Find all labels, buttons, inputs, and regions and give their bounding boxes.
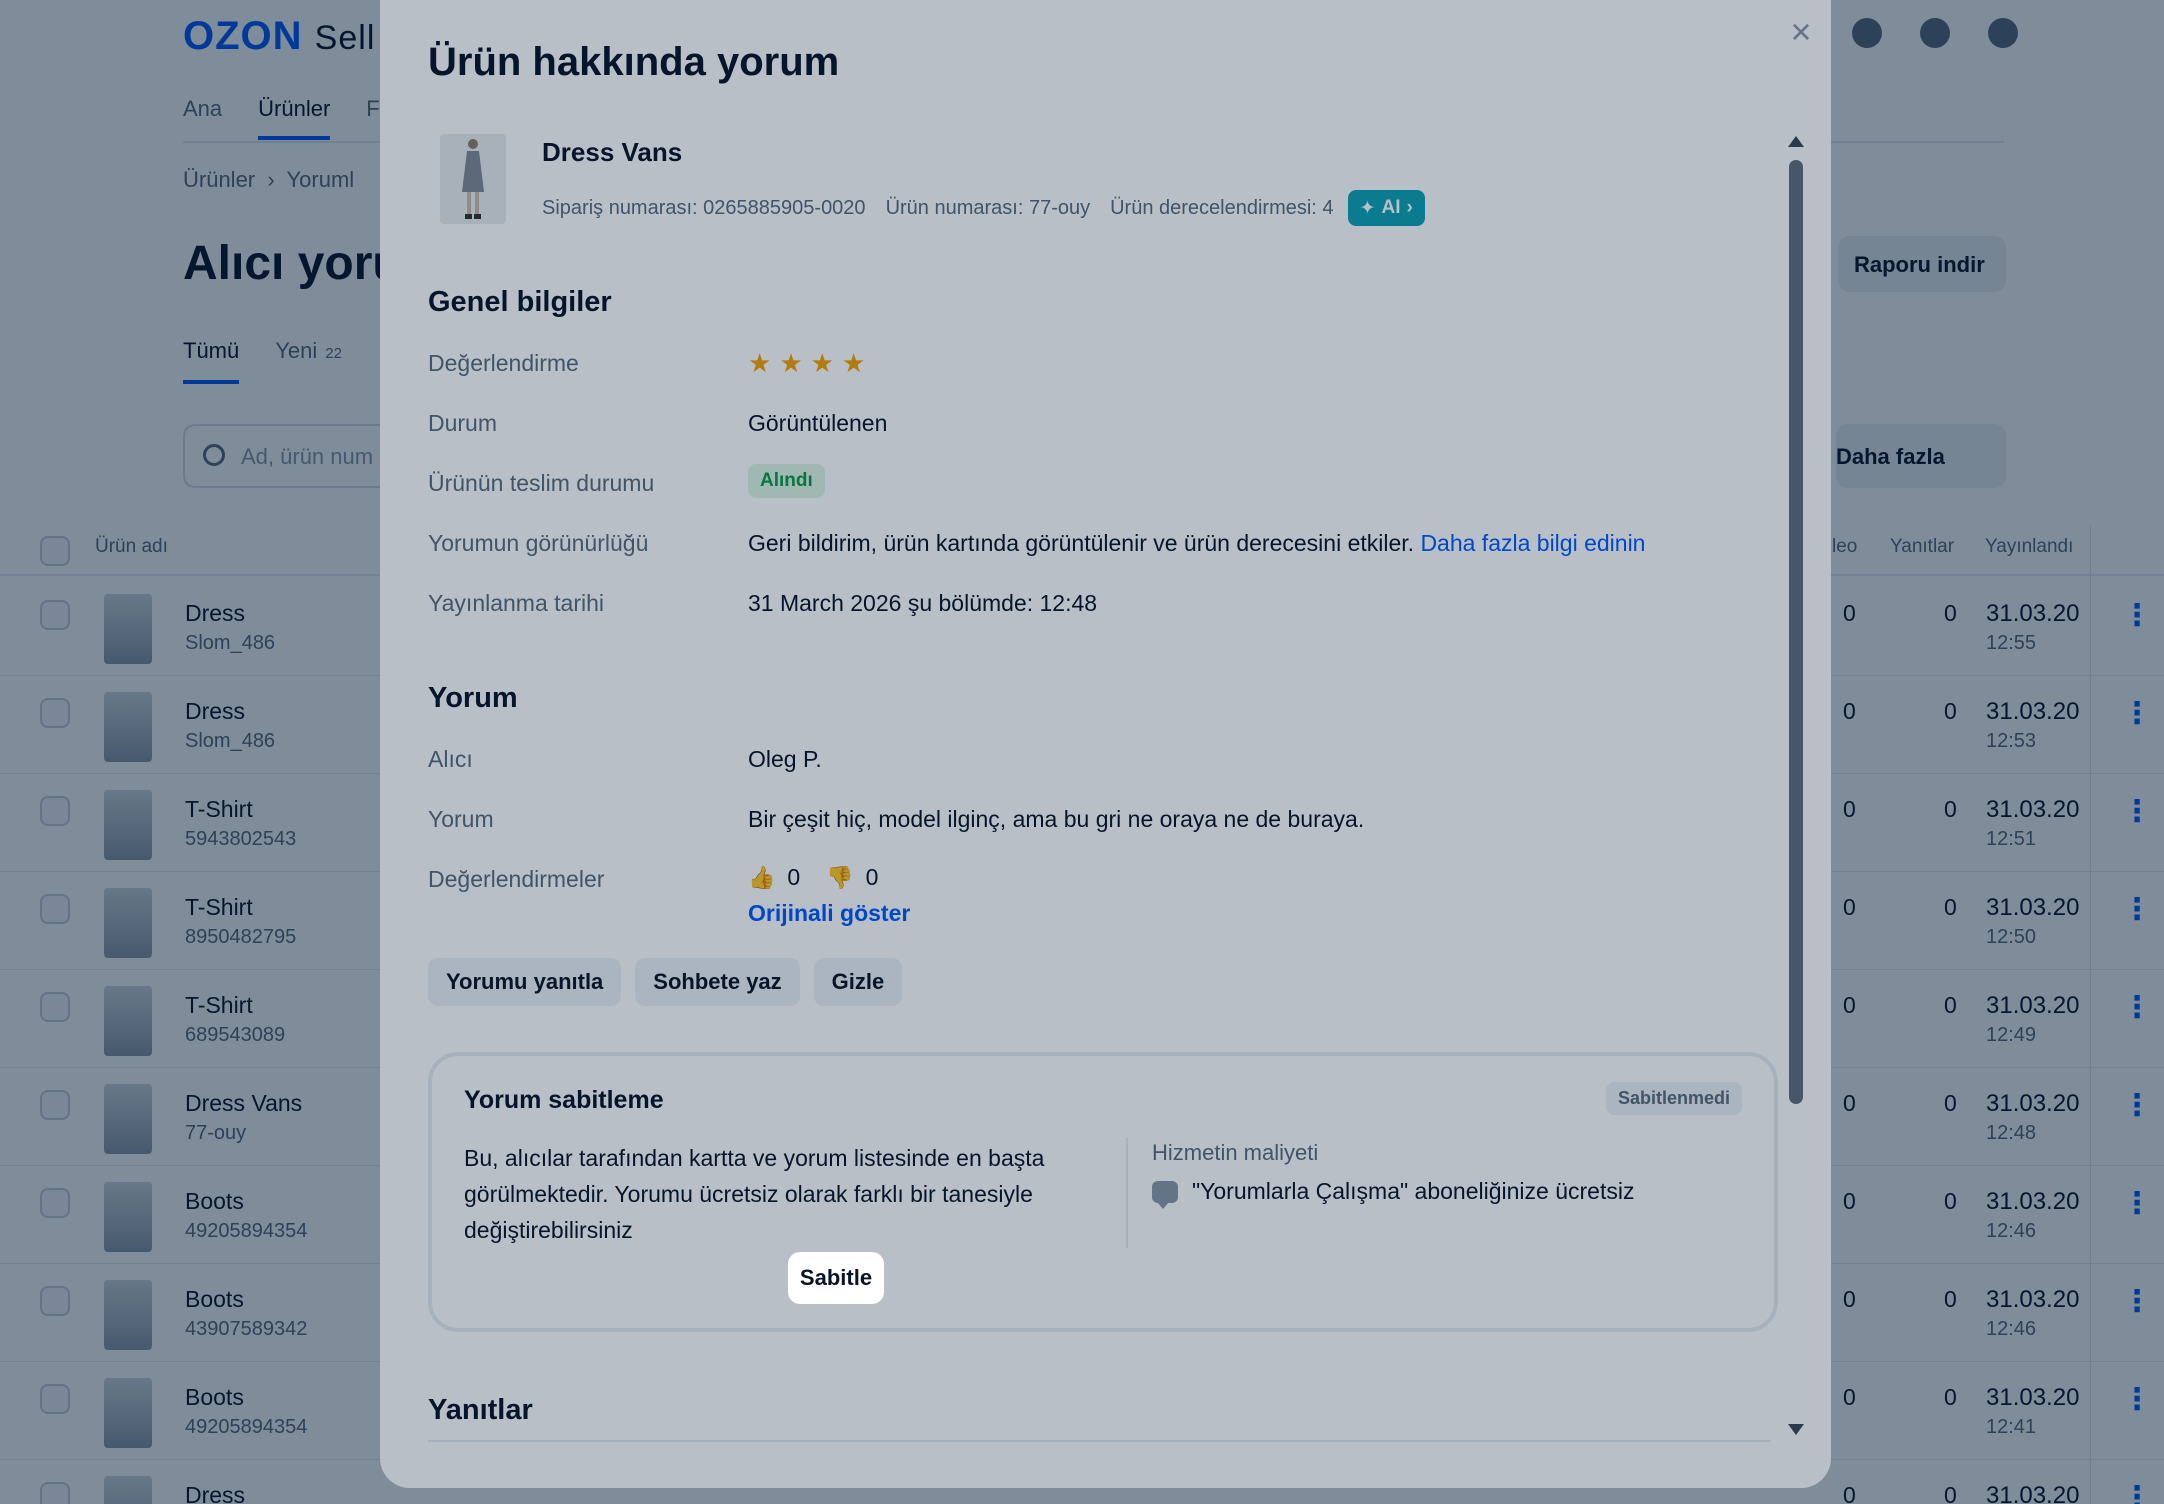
delivered-badge: Alındı [748, 464, 825, 498]
hide-button[interactable]: Gizle [813, 958, 903, 1006]
visibility-label: Yorumun görünürlüğü [428, 530, 649, 556]
likes-count: 0 [787, 864, 801, 890]
product-meta: Sipariş numarası: 0265885905-0020 Ürün n… [542, 190, 1425, 226]
thumbs-up-icon: 👍 [748, 864, 776, 890]
star-icon: ★ [748, 348, 772, 378]
general-info-title: Genel bilgiler [428, 286, 612, 318]
star-icon: ★ [779, 348, 803, 378]
chevron-right-icon: › [1406, 197, 1413, 218]
votes-label: Değerlendirmeler [428, 866, 605, 892]
chat-bubble-icon [1152, 1180, 1178, 1209]
show-original-link[interactable]: Orijinali göster [748, 900, 910, 927]
scroll-down-arrow[interactable] [1788, 1424, 1804, 1435]
star-icon: ★ [841, 348, 866, 378]
rating-label: Değerlendirme [428, 350, 579, 376]
comment-label: Yorum [428, 806, 494, 832]
status-value: Görüntülenen [748, 410, 888, 436]
scroll-up-arrow[interactable] [1788, 136, 1804, 147]
status-label: Durum [428, 410, 498, 436]
comment-text: Bir çeşit hiç, model ilginç, ama bu gri … [748, 806, 1365, 832]
visibility-text: Geri bildirim, ürün kartında görüntüleni… [748, 530, 1415, 556]
thumbs-down-icon: 👎 [826, 864, 854, 890]
service-cost-label: Hizmetin maliyeti [1152, 1140, 1319, 1165]
delivery-status: Alındı [748, 464, 825, 498]
reply-review-button[interactable]: Yorumu yanıtla [428, 958, 622, 1006]
published-label: Yayınlanma tarihi [428, 590, 604, 616]
ai-chip[interactable]: ✦ AI › [1347, 190, 1425, 226]
buyer-label: Alıcı [428, 746, 473, 772]
review-modal: Ürün hakkında yorum × Dress Vans Sipariş… [380, 0, 1831, 1488]
close-icon[interactable]: × [1783, 14, 1819, 50]
product-name[interactable]: Dress Vans [542, 137, 682, 168]
pin-divider [1126, 1138, 1128, 1248]
rating-stars: ★ ★ ★ ★ [748, 350, 865, 376]
pin-status-badge: Sabitlenmedi [1605, 1082, 1742, 1115]
delivery-label: Ürünün teslim durumu [428, 470, 655, 496]
service-cost-text: "Yorumlarla Çalışma" aboneliğinize ücret… [1192, 1178, 1635, 1204]
pin-button[interactable]: Sabitle [788, 1252, 884, 1304]
sparkle-icon: ✦ [1359, 197, 1376, 219]
star-icon: ★ [810, 348, 834, 378]
visibility-value: Geri bildirim, ürün kartında görüntüleni… [748, 530, 1645, 557]
published-value: 31 March 2026 şu bölümde: 12:48 [748, 590, 1098, 616]
ai-chip-label: AI [1381, 197, 1401, 218]
review-section-title: Yorum [428, 682, 518, 714]
review-actions: Yorumu yanıtla Sohbete yaz Gizle [428, 958, 903, 1006]
product-number: Ürün numarası: 77-ouy [885, 196, 1091, 219]
order-number: Sipariş numarası: 0265885905-0020 [542, 196, 866, 219]
dislikes-count: 0 [865, 864, 879, 890]
pin-review-card: Yorum sabitleme Sabitlenmedi Bu, alıcıla… [428, 1052, 1778, 1332]
product-rating: Ürün derecelendirmesi: 4 [1110, 196, 1334, 219]
pin-description: Bu, alıcılar tarafından kartta ve yorum … [464, 1145, 1045, 1243]
answers-divider [428, 1440, 1771, 1442]
learn-more-link[interactable]: Daha fazla bilgi edinin [1420, 530, 1645, 556]
pin-title: Yorum sabitleme [464, 1086, 664, 1114]
scrollbar-thumb[interactable] [1789, 160, 1803, 1104]
answers-title: Yanıtlar [428, 1394, 533, 1426]
service-cost-value: "Yorumlarla Çalışma" aboneliğinize ücret… [1152, 1178, 1635, 1209]
buyer-name: Oleg P. [748, 746, 822, 772]
modal-title: Ürün hakkında yorum [428, 40, 840, 84]
votes: 👍 0 👎 0 [748, 864, 878, 891]
dress-figure-icon [440, 134, 506, 224]
write-chat-button[interactable]: Sohbete yaz [635, 958, 800, 1006]
product-image[interactable] [440, 134, 506, 224]
